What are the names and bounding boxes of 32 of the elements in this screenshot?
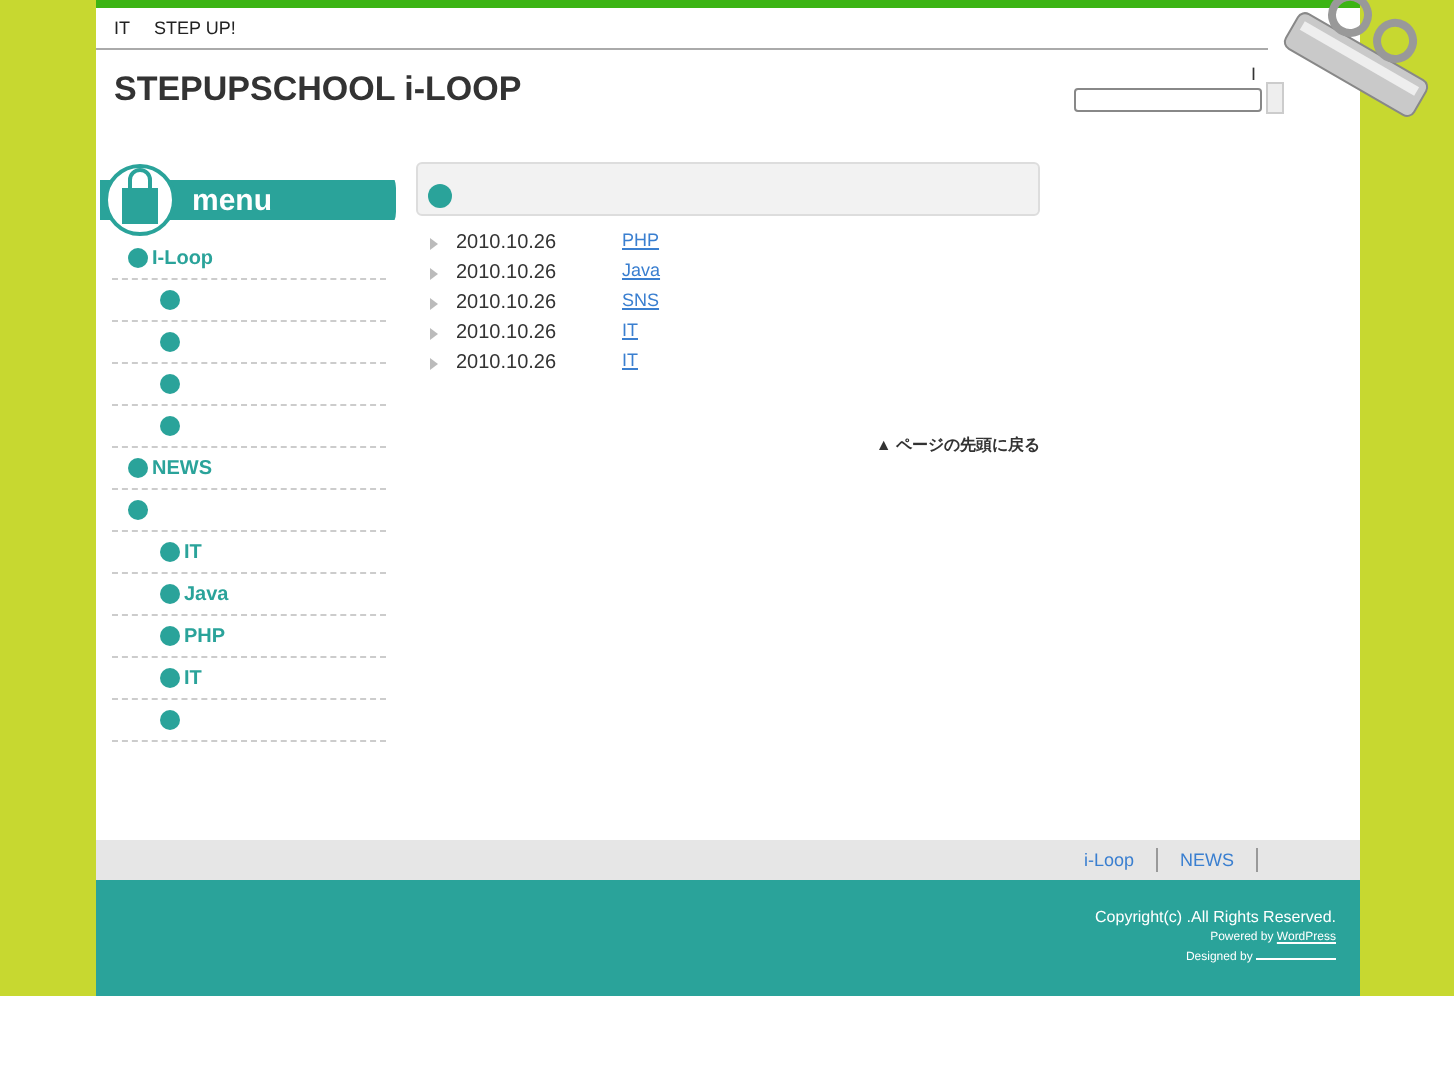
post-link[interactable]: Java [622,259,689,279]
post-link[interactable]: IT [622,349,666,369]
back-to-top-link[interactable]: ▲ ページの先頭に戻る [875,436,1040,454]
post-link[interactable]: SNS [622,289,688,309]
nav-link[interactable]: STEP UP! [154,18,236,48]
menu-link[interactable]: PHP [184,625,226,647]
post-date: 2010.10.26 [456,352,559,374]
bullet-icon [430,237,438,249]
menu-link[interactable]: Java [184,583,229,605]
footer-link[interactable]: NEWS [1158,848,1258,872]
site-title: STEPUPSCHOOL i-LOOP [112,68,524,112]
search-field[interactable] [1074,88,1262,112]
menu-link[interactable]: IT [184,541,202,563]
copyright-text: Copyright(c) .All Rights Reserved. [1095,908,1336,926]
bullet-icon [430,267,438,279]
bullet-icon [430,357,438,369]
post-date: 2010.10.26 [456,292,559,314]
menu-heading: menu [192,183,273,217]
post-date: 2010.10.26 [456,322,559,344]
footer-link[interactable]: i-Loop [1061,848,1158,872]
nav-link[interactable]: IT [114,18,130,48]
bullet-icon [430,327,438,339]
bullet-icon [430,297,438,309]
search-label: I [1250,64,1258,84]
post-link[interactable]: IT [622,319,666,339]
menu-link[interactable]: IT [184,667,202,689]
post-date: 2010.10.26 [456,262,559,284]
post-date: 2010.10.26 [456,232,559,254]
menu-link[interactable]: I-Loop [152,247,214,269]
post-link[interactable]: PHP [622,229,688,249]
bag-icon [104,164,176,236]
menu-link[interactable]: NEWS [152,457,212,479]
